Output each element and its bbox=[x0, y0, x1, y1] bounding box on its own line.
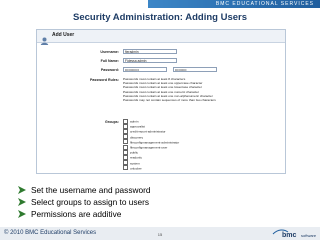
brand-band: BMC EDUCATIONAL SERVICES bbox=[148, 0, 320, 8]
bullet-item: Permissions are additive bbox=[18, 208, 288, 220]
username-field[interactable]: fieradmin bbox=[123, 49, 177, 54]
arrow-bullet-icon bbox=[18, 198, 26, 206]
password-field[interactable]: •••••••••••• bbox=[123, 67, 167, 72]
bmc-logo-icon: bmc software bbox=[272, 229, 316, 238]
svg-text:software: software bbox=[301, 233, 316, 238]
copyright-text: © 2010 BMC Educational Services bbox=[4, 230, 97, 236]
bullet-text: Set the username and password bbox=[31, 185, 151, 195]
username-label: Username: bbox=[100, 50, 119, 54]
user-icon bbox=[40, 32, 49, 45]
arrow-bullet-icon bbox=[18, 210, 26, 218]
fullname-label: Full Name: bbox=[100, 59, 119, 63]
password-rules-list: Passwords must contain at least 8 charac… bbox=[123, 77, 281, 117]
bullet-item: Select groups to assign to users bbox=[18, 196, 288, 208]
password-rules-label: Password Rules: bbox=[90, 78, 119, 82]
fullname-field[interactable]: Fidessa admin bbox=[123, 58, 177, 63]
add-user-screenshot: Add User Username: fieradmin Full Name: … bbox=[36, 29, 286, 174]
slide-number: 15 bbox=[157, 232, 163, 237]
arrow-bullet-icon bbox=[18, 186, 26, 194]
bullet-text: Select groups to assign to users bbox=[31, 197, 150, 207]
password-rule: Passwords may not contain sequences of m… bbox=[123, 98, 216, 103]
form-title: Add User bbox=[52, 32, 75, 38]
svg-text:bmc: bmc bbox=[282, 232, 297, 238]
password-label: Password: bbox=[100, 68, 119, 72]
groups-checklist: admin approvalist credit-report-administ… bbox=[123, 118, 223, 174]
password-confirm-field[interactable]: •••••••••• bbox=[173, 67, 217, 72]
bullet-text: Permissions are additive bbox=[31, 209, 122, 219]
groups-label: Groups: bbox=[105, 120, 119, 124]
bullet-list: Set the username and password Select gro… bbox=[18, 184, 288, 220]
group-item-unlocker[interactable]: unlocker bbox=[123, 165, 223, 171]
form-header: Add User bbox=[37, 30, 285, 45]
checkbox[interactable] bbox=[123, 165, 128, 171]
bullet-item: Set the username and password bbox=[18, 184, 288, 196]
slide-title: Security Administration: Adding Users bbox=[72, 12, 247, 23]
